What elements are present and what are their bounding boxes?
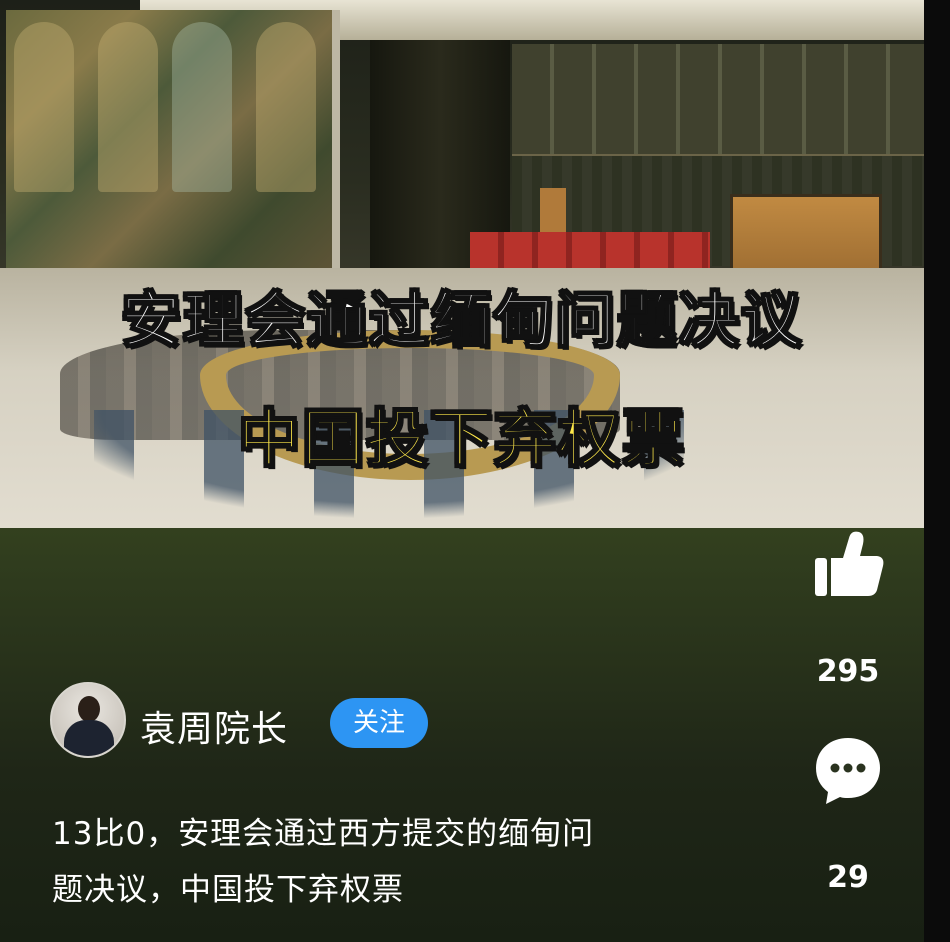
post-description: 13比0，安理会通过西方提交的缅甸问 题决议，中国投下弃权票 xyxy=(52,806,752,918)
description-line-1: 13比0，安理会通过西方提交的缅甸问 xyxy=(52,816,595,852)
video-subheadline: 中国投下弃权票 xyxy=(237,401,686,476)
chamber-gallery-windows xyxy=(512,44,924,160)
video-post-screen: 安理会通过缅甸问题决议 中国投下弃权票 295 29 袁周院长 关注 13比0，… xyxy=(0,0,950,942)
video-frame[interactable]: 安理会通过缅甸问题决议 中国投下弃权票 xyxy=(0,0,924,528)
like-count: 295 xyxy=(816,654,880,689)
author-name[interactable]: 袁周院长 xyxy=(140,700,288,752)
screen-edge xyxy=(924,0,950,942)
comment-bubble-icon xyxy=(816,738,880,804)
thumbs-up-icon xyxy=(815,531,884,596)
chamber-red-seats xyxy=(470,232,710,268)
comment-button[interactable] xyxy=(798,730,898,814)
like-button[interactable] xyxy=(798,524,898,608)
description-line-2: 题决议，中国投下弃权票 xyxy=(52,872,404,908)
comment-count: 29 xyxy=(827,860,869,895)
video-headline: 安理会通过缅甸问题决议 xyxy=(120,285,803,357)
chamber-mural xyxy=(6,10,340,272)
follow-button[interactable]: 关注 xyxy=(330,698,428,748)
author-avatar[interactable] xyxy=(50,682,126,758)
